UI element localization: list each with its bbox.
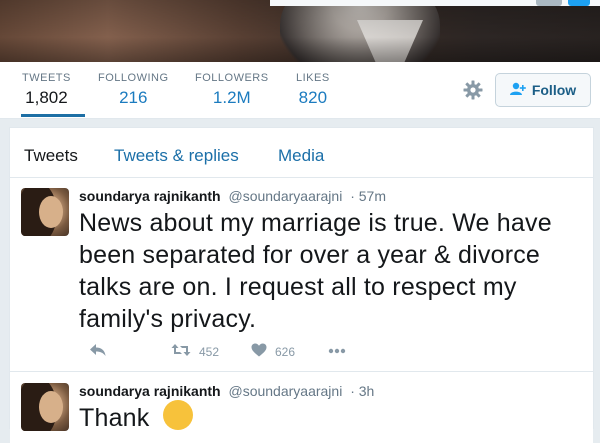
tweet-header: soundarya rajnikanth @soundaryaarajni · … (79, 383, 374, 399)
reply-button[interactable] (89, 343, 107, 360)
like-button[interactable]: 626 (251, 343, 295, 360)
timeline-tabs: Tweets Tweets & replies Media (10, 128, 593, 178)
tweet-text-content: Thank (79, 404, 150, 432)
stat-value: 1.2M (212, 88, 251, 107)
stat-value: 1,802 (25, 88, 68, 107)
retweet-count: 452 (199, 344, 220, 359)
stat-likes[interactable]: LIKES 820 (296, 72, 330, 108)
add-user-icon (509, 82, 526, 99)
active-stat-indicator (21, 114, 85, 117)
tab-tweets-replies[interactable]: Tweets & replies (114, 146, 239, 166)
stat-followers[interactable]: FOLLOWERS 1.2M (195, 72, 269, 108)
stat-tweets[interactable]: TWEETS 1,802 (22, 72, 71, 108)
avatar[interactable] (21, 188, 69, 236)
stat-value: 216 (119, 88, 148, 107)
tweet-actions: 452 626 (79, 343, 379, 363)
retweet-icon (171, 343, 191, 360)
tweet[interactable]: soundarya rajnikanth @soundaryaarajni · … (10, 178, 593, 372)
follow-button[interactable]: Follow (495, 73, 591, 107)
tab-media[interactable]: Media (278, 146, 324, 166)
tweet[interactable]: soundarya rajnikanth @soundaryaarajni · … (10, 373, 593, 443)
stat-value: 820 (298, 88, 328, 107)
more-button[interactable] (328, 343, 346, 357)
stat-label: LIKES (296, 72, 330, 84)
tweet-header: soundarya rajnikanth @soundaryaarajni · … (79, 188, 386, 204)
avatar[interactable] (21, 383, 69, 431)
tweet-timestamp[interactable]: · 57m (350, 188, 386, 204)
reply-icon (89, 343, 107, 360)
tweet-author-handle[interactable]: @soundaryaarajni (228, 188, 342, 204)
tweet-author-name[interactable]: soundarya rajnikanth (79, 188, 221, 204)
tweet-text: News about my marriage is true. We have … (79, 209, 552, 333)
stat-label: TWEETS (22, 72, 71, 84)
gear-icon[interactable] (463, 80, 483, 100)
retweet-button[interactable]: 452 (171, 343, 219, 360)
tweet-text: Thank (79, 400, 579, 434)
more-icon (328, 343, 346, 357)
like-count: 626 (275, 344, 296, 359)
tweet-timestamp[interactable]: · 3h (350, 383, 374, 399)
stat-label: FOLLOWING (98, 72, 169, 84)
timeline: Tweets Tweets & replies Media soundarya … (9, 127, 594, 443)
smile-emoji-icon (162, 400, 193, 430)
tab-tweets[interactable]: Tweets (24, 146, 78, 166)
heart-icon (251, 343, 267, 360)
stat-following[interactable]: FOLLOWING 216 (98, 72, 169, 108)
follow-label: Follow (531, 82, 577, 98)
tweet-author-handle[interactable]: @soundaryaarajni (228, 383, 342, 399)
tweet-author-name[interactable]: soundarya rajnikanth (79, 383, 221, 399)
profile-header-image (0, 0, 600, 62)
stat-label: FOLLOWERS (195, 72, 269, 84)
